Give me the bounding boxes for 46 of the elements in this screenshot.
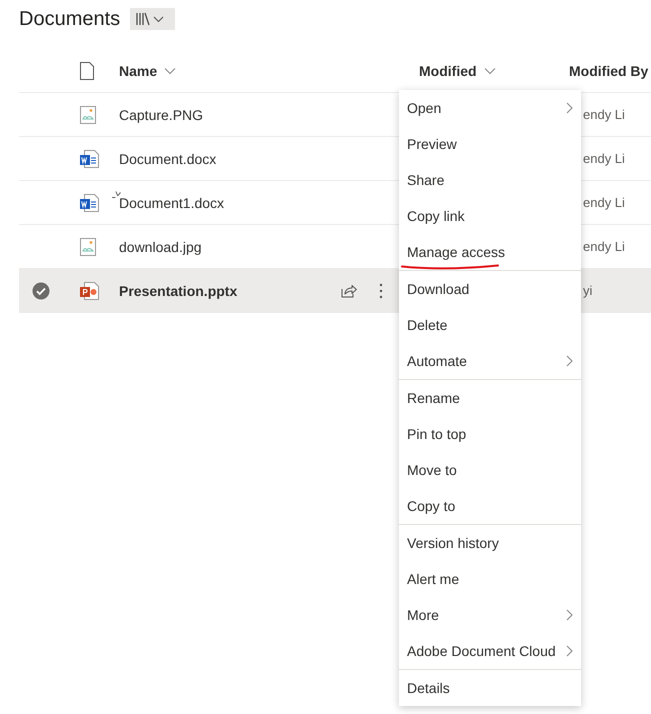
menu-item[interactable]: Pin to top <box>399 416 581 452</box>
menu-item[interactable]: Manage access <box>399 234 581 270</box>
chevron-right-icon <box>566 355 573 367</box>
chevron-down-icon <box>484 67 496 75</box>
file-name-link[interactable]: Document1.docx <box>119 194 224 210</box>
powerpoint-file-icon <box>80 282 99 300</box>
menu-item[interactable]: More <box>399 597 581 633</box>
share-icon[interactable] <box>341 284 357 298</box>
menu-item[interactable]: Copy to <box>399 488 581 524</box>
file-name-link[interactable]: download.jpg <box>119 238 202 254</box>
modified-by-cell: endy Li <box>583 195 625 210</box>
modified-by-cell: yi <box>583 283 592 298</box>
menu-item[interactable]: Rename <box>399 380 581 416</box>
image-file-icon <box>80 238 96 256</box>
library-title: Documents <box>19 8 120 30</box>
file-type-icon <box>80 62 94 80</box>
image-file-icon <box>80 106 96 124</box>
menu-item[interactable]: Version history <box>399 525 581 561</box>
menu-item[interactable]: Details <box>399 670 581 706</box>
chevron-down-icon <box>154 16 164 22</box>
menu-item[interactable]: Automate <box>399 343 581 379</box>
modified-by-cell: endy Li <box>583 239 625 254</box>
menu-item[interactable]: Move to <box>399 452 581 488</box>
menu-item[interactable]: Download <box>399 271 581 307</box>
modified-by-cell: endy Li <box>583 107 625 122</box>
chevron-right-icon <box>566 609 573 621</box>
file-name-link[interactable]: Document.docx <box>119 150 216 166</box>
word-file-icon <box>80 194 99 212</box>
chevron-right-icon <box>566 645 573 657</box>
modified-by-cell: endy Li <box>583 151 625 166</box>
column-header[interactable]: Modified By <box>569 63 648 79</box>
chevron-down-icon <box>164 67 176 75</box>
column-header[interactable]: Name <box>119 63 176 79</box>
new-item-icon <box>112 190 121 200</box>
menu-item[interactable]: Open <box>399 90 581 126</box>
file-name-link[interactable]: Capture.PNG <box>119 106 204 122</box>
menu-item[interactable]: Alert me <box>399 561 581 597</box>
word-file-icon <box>80 150 99 168</box>
view-switcher-button[interactable] <box>130 8 176 30</box>
checkmark-icon[interactable] <box>32 282 50 300</box>
library-icon <box>136 12 150 26</box>
menu-item[interactable]: Adobe Document Cloud <box>399 633 581 669</box>
file-name-link[interactable]: Presentation.pptx <box>119 282 238 298</box>
more-vertical-icon[interactable] <box>379 282 383 298</box>
column-header[interactable]: Modified <box>419 63 496 79</box>
chevron-right-icon <box>566 102 573 114</box>
